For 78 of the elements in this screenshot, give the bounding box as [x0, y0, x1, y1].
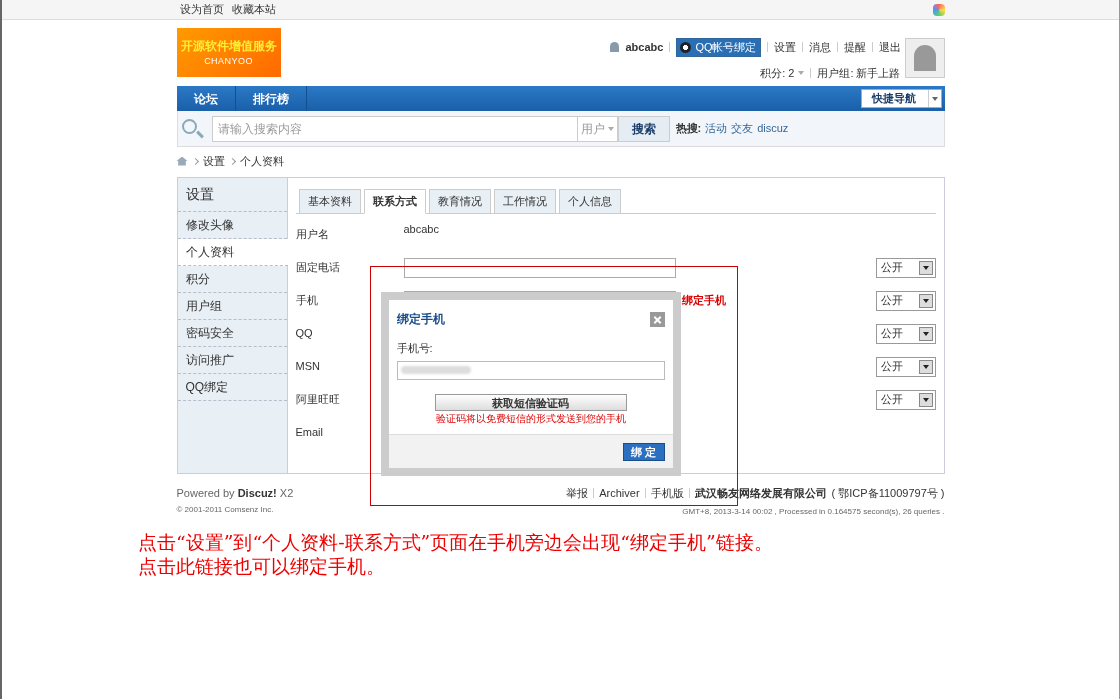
bind-phone-link[interactable]: 绑定手机 [681, 292, 726, 309]
username-link[interactable]: abcabc [625, 39, 664, 56]
qq-bind-button[interactable]: QQ帐号绑定 [676, 38, 761, 57]
field-label: 阿里旺旺 [295, 392, 341, 408]
profile-tab[interactable]: 教育情况 [428, 189, 491, 214]
top-link[interactable]: 设为首页 [179, 1, 224, 18]
field-label: Email [295, 425, 324, 441]
powered-by-text: Powered by Discuz! X2 [176, 486, 294, 501]
footer-link[interactable]: 手机版 [650, 485, 684, 502]
privacy-select[interactable]: 公开 [875, 257, 936, 278]
privacy-select[interactable]: 公开 [875, 290, 936, 311]
caret-icon [931, 96, 938, 101]
phone-field-label: 手机号: [395, 341, 434, 356]
sms-code-note: 验证码将以免费短信的形式发送到您的手机 [435, 411, 626, 426]
field-label: 固定电话 [295, 260, 341, 276]
caret-icon [922, 364, 929, 369]
caret-icon [922, 265, 929, 270]
footer-link[interactable]: 举报 [566, 485, 589, 502]
privacy-select[interactable]: 公开 [875, 323, 936, 344]
copyright-text: © 2001-2011 Comsenz Inc. [176, 503, 275, 516]
profile-tab[interactable]: 工作情况 [493, 189, 556, 214]
color-palette-icon [932, 3, 945, 16]
hot-search-link[interactable]: discuz [757, 120, 789, 137]
sidebar-item[interactable]: QQ绑定 [177, 374, 287, 401]
breadcrumb-link[interactable]: 设置 [202, 152, 225, 170]
sidebar-item[interactable]: 用户组 [177, 293, 287, 320]
top-link[interactable]: 收藏本站 [231, 1, 276, 18]
profile-tab[interactable]: 个人信息 [558, 189, 621, 214]
profile-tab[interactable]: 基本资料 [298, 189, 361, 214]
user-icon [610, 42, 620, 53]
user-menu-link[interactable]: 消息 [808, 39, 831, 56]
field-label: 手机 [295, 293, 319, 309]
bind-button[interactable]: 绑 定 [622, 442, 665, 461]
caret-icon [922, 397, 929, 402]
hot-search-link[interactable]: 交友 [731, 120, 754, 137]
logo-title: 开源软件增值服务 [180, 37, 277, 55]
quick-nav-button[interactable]: 快捷导航 [860, 89, 942, 108]
breadcrumb-link[interactable]: 个人资料 [239, 152, 284, 170]
logo-subtitle: CHANYOO [204, 54, 253, 68]
avatar[interactable] [904, 38, 945, 78]
footer-link[interactable]: Archiver [599, 485, 640, 502]
sidebar-item[interactable]: 密码安全 [177, 320, 287, 347]
field-label: 用户名 [295, 227, 330, 243]
user-group-text: 用户组: 新手上路 [817, 65, 901, 81]
sidebar-title: 设置 [177, 178, 287, 212]
user-menu-link[interactable]: 提醒 [843, 39, 866, 56]
avatar-silhouette-icon [913, 45, 936, 71]
blurred-phone-number [400, 366, 471, 374]
annotation-text: 点击此链接也可以绑定手机。 [138, 553, 386, 578]
hot-search-link[interactable]: 活动 [705, 120, 728, 137]
home-icon [176, 156, 188, 166]
stats-text: GMT+8, 2013-3-14 00:02 , Processed in 0.164575 second(s), 26 queries . [682, 505, 945, 518]
get-sms-code-button[interactable]: 获取短信验证码 [434, 393, 627, 411]
search-button[interactable]: 搜索 [617, 115, 670, 142]
privacy-select[interactable]: 公开 [875, 389, 936, 410]
user-menu-link[interactable]: 退出 [878, 39, 901, 56]
caret-icon [607, 126, 614, 131]
credits-dropdown[interactable]: 积分: 2 [760, 64, 805, 81]
caret-icon [798, 70, 805, 75]
hot-search-label: 热搜: [675, 121, 702, 137]
profile-tab[interactable]: 联系方式 [363, 189, 426, 214]
user-menu-link[interactable]: 设置 [773, 39, 796, 56]
field-label: QQ [295, 326, 314, 342]
privacy-select[interactable]: 公开 [875, 356, 936, 377]
search-field[interactable]: 请输入搜索内容 [211, 115, 578, 142]
text-input[interactable] [403, 257, 676, 278]
field-label: MSN [295, 359, 321, 375]
caret-icon [922, 331, 929, 336]
caret-icon [922, 298, 929, 303]
phone-input[interactable] [396, 360, 665, 380]
sidebar-item[interactable]: 积分 [177, 266, 287, 293]
annotation-text: 点击“设置”到“个人资料-联系方式”页面在手机旁边会出现“绑定手机”链接。 [138, 529, 774, 554]
icp-link[interactable]: ( 鄂ICP备11009797号 ) [831, 485, 945, 502]
sidebar-item[interactable]: 个人资料 [177, 239, 288, 266]
username-value: abcabc [403, 222, 439, 238]
close-button[interactable] [649, 311, 665, 327]
dialog-title: 绑定手机 [396, 311, 445, 328]
sidebar-item[interactable]: 访问推广 [177, 347, 287, 374]
